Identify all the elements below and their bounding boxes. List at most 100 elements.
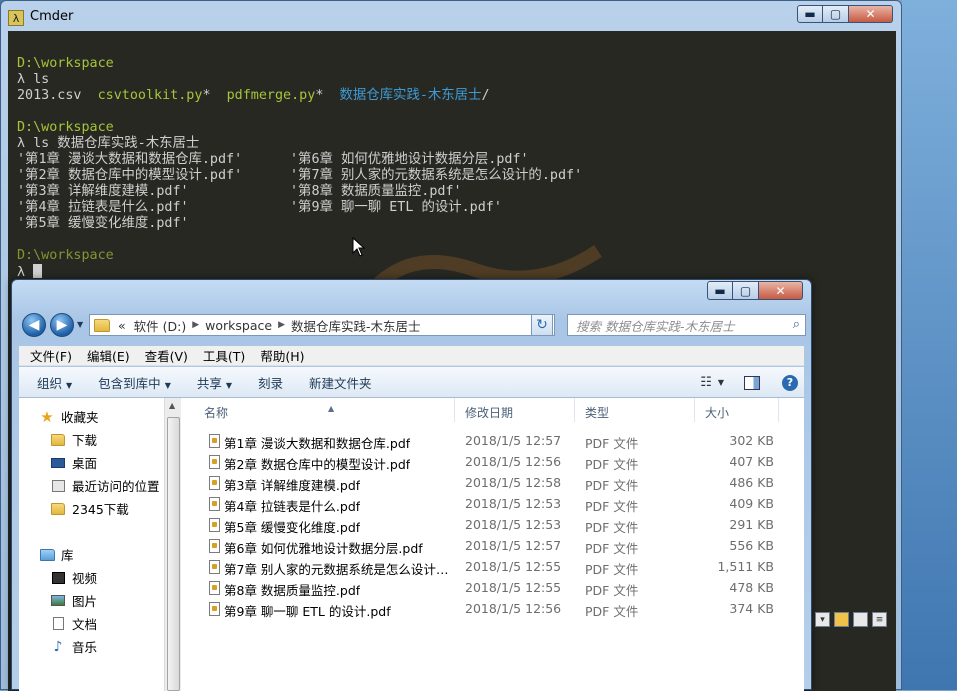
nav-item-recent-places[interactable]: 最近访问的位置 (50, 476, 160, 495)
file-list[interactable]: ▲ 名称 修改日期 类型 大小 第1章 漫谈大数据和数据仓库.pdf 2018/1… (182, 398, 804, 691)
nav-item-label: 最近访问的位置 (72, 479, 160, 494)
menu-file[interactable]: 文件(F) (30, 346, 72, 365)
folder-icon (94, 318, 110, 332)
file-type: PDF 文件 (585, 541, 639, 556)
menu-tools[interactable]: 工具(T) (203, 346, 245, 365)
file-size: 409 KB (729, 496, 774, 511)
help-icon[interactable]: ? (782, 374, 798, 391)
refresh-button[interactable]: ↻ (531, 314, 553, 336)
file-row[interactable]: 第7章 别人家的元数据系统是怎么设计的... 2018/1/5 12:55 PDF … (182, 556, 804, 577)
file-name[interactable]: 第3章 详解维度建模.pdf (224, 475, 360, 494)
file-name[interactable]: 第5章 缓慢变化维度.pdf (224, 517, 360, 536)
file-modified: 2018/1/5 12:58 (465, 475, 562, 490)
lock-icon[interactable] (834, 612, 849, 627)
file-row[interactable]: 第3章 详解维度建模.pdf 2018/1/5 12:58 PDF 文件 486 KB (182, 472, 804, 493)
file-type: PDF 文件 (585, 457, 639, 472)
terminal-line: λ ls (17, 72, 896, 88)
chevron-down-icon: ▼ (66, 380, 73, 390)
close-button[interactable]: ✕ (849, 5, 893, 23)
command-text: λ (17, 265, 26, 280)
menu-view[interactable]: 查看(V) (145, 346, 188, 365)
nav-favorites[interactable]: ★ 收藏夹 (39, 407, 98, 426)
breadcrumb-separator-icon[interactable]: ▶ (192, 320, 199, 330)
breadcrumb-drive[interactable]: 软件 (D:) (134, 316, 187, 335)
nav-item-label: 视频 (72, 571, 98, 586)
terminal-line: D:\workspace (17, 120, 896, 136)
column-size[interactable]: 大小 (705, 404, 729, 421)
file-row[interactable]: 第4章 拉链表是什么.pdf 2018/1/5 12:53 PDF 文件 409 KB (182, 493, 804, 514)
maximize-button[interactable]: ▢ (823, 5, 849, 23)
nav-libraries[interactable]: 库 (39, 545, 74, 564)
chevron-down-icon: ▼ (225, 380, 233, 390)
change-view-icon[interactable]: ☷ (700, 375, 712, 390)
minimize-button[interactable]: ▬ (797, 5, 823, 23)
column-modified[interactable]: 修改日期 (465, 404, 513, 421)
organize-button[interactable]: 组织 ▼ (37, 373, 72, 392)
split-view-icon[interactable] (853, 612, 868, 627)
forward-button[interactable]: ▶ (50, 313, 74, 337)
download-folder-icon (50, 433, 66, 447)
nav-item-pictures[interactable]: 图片 (50, 591, 97, 610)
file-row[interactable]: 第2章 数据仓库中的模型设计.pdf 2018/1/5 12:56 PDF 文件 40… (182, 451, 804, 472)
cmder-titlebar[interactable]: λ Cmder ▬ ▢ ✕ (1, 1, 901, 31)
nav-item-2345-downloads[interactable]: 2345下载 (50, 499, 129, 518)
file-row[interactable]: 第8章 数据质量监控.pdf 2018/1/5 12:55 PDF 文件 478 KB (182, 577, 804, 598)
new-folder-button[interactable]: 新建文件夹 (309, 373, 372, 392)
nav-libraries-label: 库 (61, 548, 74, 563)
burn-button[interactable]: 刻录 (258, 373, 283, 392)
file-name[interactable]: 第4章 拉链表是什么.pdf (224, 496, 360, 515)
nav-item-label: 桌面 (72, 456, 98, 471)
search-icon[interactable]: ⌕ (793, 317, 800, 332)
pdf-file-icon (209, 434, 220, 448)
menu-edit[interactable]: 编辑(E) (87, 346, 130, 365)
pdf-file-icon (209, 581, 220, 595)
file-name[interactable]: 第8章 数据质量监控.pdf (224, 580, 360, 599)
organize-label: 组织 (37, 375, 63, 391)
nav-item-label: 图片 (72, 594, 98, 609)
file-type: PDF 文件 (585, 436, 639, 451)
nav-item-desktop[interactable]: 桌面 (50, 453, 97, 472)
share-button[interactable]: 共享 ▼ (197, 373, 232, 392)
file-name[interactable]: 第9章 聊一聊 ETL 的设计.pdf (224, 601, 391, 620)
breadcrumb-current-folder[interactable]: 数据仓库实践-木东居士 (291, 316, 421, 335)
preview-pane-icon[interactable] (744, 375, 760, 390)
include-in-library-button[interactable]: 包含到库中 ▼ (98, 373, 171, 392)
scrollbar-thumb[interactable] (167, 417, 180, 691)
nav-item-downloads[interactable]: 下载 (50, 430, 97, 449)
file-row[interactable]: 第6章 如何优雅地设计数据分层.pdf 2018/1/5 12:57 PDF 文件 5… (182, 535, 804, 556)
file-row[interactable]: 第5章 缓慢变化维度.pdf 2018/1/5 12:53 PDF 文件 291 KB (182, 514, 804, 535)
breadcrumb-workspace[interactable]: workspace (205, 318, 272, 333)
recent-pages-dropdown[interactable]: ▼ (77, 320, 83, 329)
minimize-button[interactable]: ▬ (707, 281, 733, 300)
file-row[interactable]: 第9章 聊一聊 ETL 的设计.pdf 2018/1/5 12:56 PDF 文件 3… (182, 598, 804, 619)
back-button[interactable]: ◀ (22, 313, 46, 337)
search-input[interactable]: 搜索 数据仓库实践-木东居士 ⌕ (567, 314, 806, 336)
scroll-up-icon[interactable]: ▲ (169, 401, 175, 410)
navigation-pane[interactable]: ★ 收藏夹 下载 桌面 最近访问的位置 2345下载 库 视频 图片 文档 ♪ … (19, 398, 164, 691)
file-name[interactable]: 第2章 数据仓库中的模型设计.pdf (224, 454, 410, 473)
menu-help[interactable]: 帮助(H) (260, 346, 304, 365)
file-name[interactable]: 第1章 漫谈大数据和数据仓库.pdf (224, 433, 410, 452)
file-name[interactable]: 第6章 如何优雅地设计数据分层.pdf (224, 538, 423, 557)
address-bar[interactable]: « 软件 (D:) ▶ workspace ▶ 数据仓库实践-木东居士 ▼ (89, 314, 555, 336)
file-size: 291 KB (729, 517, 774, 532)
close-button[interactable]: ✕ (759, 281, 803, 300)
column-name[interactable]: 名称 (204, 404, 228, 421)
nav-item-videos[interactable]: 视频 (50, 568, 97, 587)
text-cursor (33, 264, 43, 278)
listing-file-right: '第9章 聊一聊 ETL 的设计.pdf' (290, 200, 502, 215)
nav-item-music[interactable]: ♪ 音乐 (50, 637, 97, 656)
file-name[interactable]: 第7章 别人家的元数据系统是怎么设计的... (224, 559, 452, 578)
navpane-scrollbar[interactable]: ▲ (164, 398, 181, 691)
view-dropdown-icon[interactable]: ▼ (718, 378, 724, 387)
pdf-file-icon (209, 497, 220, 511)
explorer-window[interactable]: ▬ ▢ ✕ ◀ ▶ ▼ « 软件 (D:) ▶ workspace ▶ 数据仓库… (11, 279, 812, 691)
maximize-button[interactable]: ▢ (733, 281, 759, 300)
dropdown-icon[interactable]: ▾ (815, 612, 830, 627)
nav-item-documents[interactable]: 文档 (50, 614, 97, 633)
column-type[interactable]: 类型 (585, 404, 609, 421)
address-overflow[interactable]: « (118, 318, 126, 333)
menu-icon[interactable]: ≡ (872, 612, 887, 627)
breadcrumb-separator-icon[interactable]: ▶ (278, 320, 285, 330)
file-row[interactable]: 第1章 漫谈大数据和数据仓库.pdf 2018/1/5 12:57 PDF 文件 30… (182, 430, 804, 451)
